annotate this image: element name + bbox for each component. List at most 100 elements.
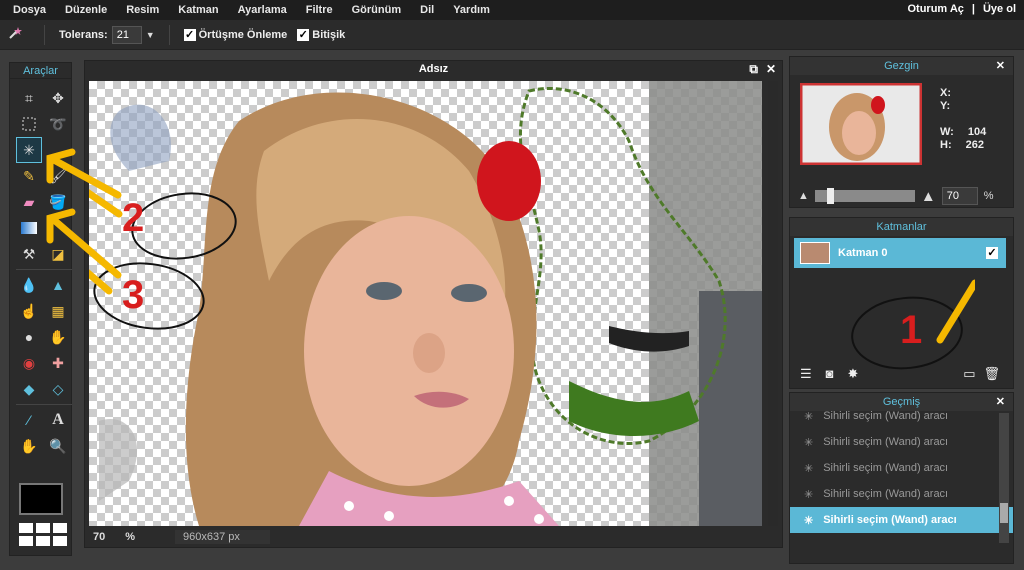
menu-view[interactable]: Görünüm <box>352 4 402 16</box>
navigator-panel: Gezgin ✕ X: Y: W: 104 H: 262 ▲ ▲ 70 % <box>789 56 1014 208</box>
layers-title: Katmanlar <box>876 221 927 233</box>
menu-bar: Dosya Düzenle Resim Katman Ayarlama Filt… <box>0 0 1024 20</box>
x-label: X: <box>940 87 951 99</box>
contiguous-checkbox[interactable]: ✓ <box>297 28 310 41</box>
smudge-tool-icon[interactable]: ☝ <box>16 298 42 324</box>
contiguous-option[interactable]: ✓ Bitişik <box>297 28 346 41</box>
swatch-presets[interactable] <box>19 523 67 546</box>
annotation-number-1: 1 <box>900 308 923 352</box>
crop-tool-icon[interactable]: ⌗ <box>16 85 42 111</box>
layers-footer: ☰ ◙ ✸ ▭ 🗑 <box>800 366 1000 382</box>
zoom-out-icon[interactable]: ▲ <box>798 190 809 202</box>
tolerance-input[interactable]: 21 <box>111 25 142 44</box>
history-item-active[interactable]: ✳ Sihirli seçim (Wand) aracı <box>790 507 1013 533</box>
tools-title: Araçlar <box>10 63 71 79</box>
navigator-thumbnail[interactable] <box>800 83 922 165</box>
divider <box>168 24 170 45</box>
history-item[interactable]: ✳ Sihirli seçim (Wand) aracı <box>790 481 1013 507</box>
menu-edit[interactable]: Düzenle <box>65 4 107 16</box>
canvas-window: Adsız ⧉ ✕ 2 3 70 % 960x637 px <box>84 60 783 548</box>
layer-effects-icon[interactable]: ✸ <box>848 366 859 382</box>
menu-language[interactable]: Dil <box>420 4 434 16</box>
hand-tool-icon[interactable]: ✋ <box>16 433 42 459</box>
bloat-tool-icon[interactable]: ◆ <box>16 376 42 402</box>
account-separator: | <box>971 3 975 15</box>
new-layer-icon[interactable]: ▭ <box>963 366 975 382</box>
canvas-header: Adsız ⧉ ✕ <box>85 61 782 78</box>
history-list: ✳ Sihirli seçim (Wand) aracı ✳ Sihirli seç… <box>790 403 1013 533</box>
layer-mask-icon[interactable]: ◙ <box>826 366 834 382</box>
close-icon[interactable]: ✕ <box>996 57 1005 75</box>
magic-wand-icon: ✳ <box>804 488 814 501</box>
spot-heal-tool-icon[interactable]: ✚ <box>45 350 71 376</box>
color-picker-tool-icon[interactable]: ⁄ <box>16 407 42 433</box>
history-item[interactable]: ✳ Sihirli seçim (Wand) aracı <box>790 455 1013 481</box>
navigator-coords: X: Y: W: 104 H: 262 <box>940 87 986 152</box>
close-icon[interactable]: ✕ <box>766 61 776 78</box>
window-buttons: ⧉ ✕ <box>749 61 776 78</box>
y-label: Y: <box>940 100 951 112</box>
color-swatch[interactable] <box>19 483 63 515</box>
pinch-tool-icon[interactable]: ◇ <box>45 376 71 402</box>
zoom-level[interactable]: 70 <box>93 531 105 543</box>
zoom-tool-icon[interactable]: 🔍 <box>45 433 71 459</box>
burn-tool-icon[interactable]: ✋ <box>45 324 71 350</box>
menu-image[interactable]: Resim <box>126 4 159 16</box>
layers-panel: Katmanlar Katman 0 ✓ 1 ☰ ◙ ✸ ▭ 🗑 <box>789 217 1014 389</box>
red-eye-tool-icon[interactable]: ◉ <box>16 350 42 376</box>
lasso-tool-icon[interactable]: ➰ <box>45 111 71 137</box>
tools-panel: Araçlar ⌗ ✥ ➰ ✳ ✎ 🖌 ▰ 🪣 ⚒ ◪ 💧 ▲ ☝ ▦ ● ✋ … <box>9 62 72 556</box>
status-bar: 70 % 960x637 px <box>85 527 784 547</box>
zoom-input[interactable]: 70 <box>941 187 978 205</box>
menu-layer[interactable]: Katman <box>178 4 218 16</box>
sponge-tool-icon[interactable]: ▦ <box>45 298 71 324</box>
chevron-down-icon[interactable]: ▼ <box>146 30 155 40</box>
history-item[interactable]: ✳ Sihirli seçim (Wand) aracı <box>790 429 1013 455</box>
delete-layer-icon[interactable]: 🗑 <box>983 366 1000 382</box>
scroll-thumb[interactable] <box>1000 503 1008 523</box>
menu-help[interactable]: Yardım <box>453 4 490 16</box>
history-title: Geçmiş <box>882 396 921 408</box>
menu-filter[interactable]: Filtre <box>306 4 333 16</box>
antialias-checkbox[interactable]: ✓ <box>183 28 196 41</box>
move-tool-icon[interactable]: ✥ <box>45 85 71 111</box>
magic-wand-tool-icon[interactable]: ✳ <box>16 137 42 163</box>
image-size: 960x637 px <box>175 530 271 544</box>
zoom-slider[interactable] <box>814 188 915 204</box>
layers-header: Katmanlar <box>790 218 1013 236</box>
slider-knob[interactable] <box>826 188 834 204</box>
signup-link[interactable]: Üye ol <box>983 3 1016 15</box>
layer-row[interactable]: Katman 0 ✓ <box>794 238 1006 268</box>
gradient-tool-icon[interactable] <box>16 215 42 241</box>
layer-visibility-checkbox[interactable]: ✓ <box>986 247 998 259</box>
magic-wand-icon: ✳ <box>804 514 814 527</box>
zoom-unit: % <box>125 531 136 543</box>
canvas-scrollbar[interactable] <box>768 81 778 526</box>
image-canvas[interactable]: 2 3 <box>89 81 762 526</box>
menu-adjustments[interactable]: Ayarlama <box>238 4 287 16</box>
close-icon[interactable]: ✕ <box>996 393 1005 411</box>
divider <box>44 24 45 45</box>
divider <box>16 404 72 405</box>
blur-tool-icon[interactable]: 💧 <box>16 272 42 298</box>
restore-icon[interactable]: ⧉ <box>749 61 758 78</box>
antialias-option[interactable]: ✓ Örtüşme Önleme <box>183 28 288 41</box>
history-panel: Geçmiş ✕ ✳ Sihirli seçim (Wand) aracı ✳ Si… <box>789 392 1014 564</box>
layer-thumbnail <box>800 242 830 264</box>
dodge-tool-icon[interactable]: ● <box>16 324 42 350</box>
type-tool-icon[interactable]: A <box>45 407 71 433</box>
menu-file[interactable]: Dosya <box>13 4 46 16</box>
history-scrollbar[interactable] <box>999 413 1009 543</box>
navigator-header: Gezgin ✕ <box>790 57 1013 75</box>
contiguous-label: Bitişik <box>312 28 346 41</box>
options-bar: Tolerans: 21 ▼ ✓ Örtüşme Önleme ✓ Bitişi… <box>0 20 1024 50</box>
login-link[interactable]: Oturum Aç <box>907 3 963 15</box>
antialias-label: Örtüşme Önleme <box>198 28 288 41</box>
pencil-tool-icon[interactable]: ✎ <box>16 163 42 189</box>
annotation-arrows <box>46 148 122 279</box>
zoom-in-icon[interactable]: ▲ <box>921 188 936 205</box>
marquee-tool-icon[interactable] <box>16 111 42 137</box>
clone-stamp-tool-icon[interactable]: ⚒ <box>16 241 42 267</box>
layer-styles-icon[interactable]: ☰ <box>800 366 812 382</box>
eraser-tool-icon[interactable]: ▰ <box>16 189 42 215</box>
